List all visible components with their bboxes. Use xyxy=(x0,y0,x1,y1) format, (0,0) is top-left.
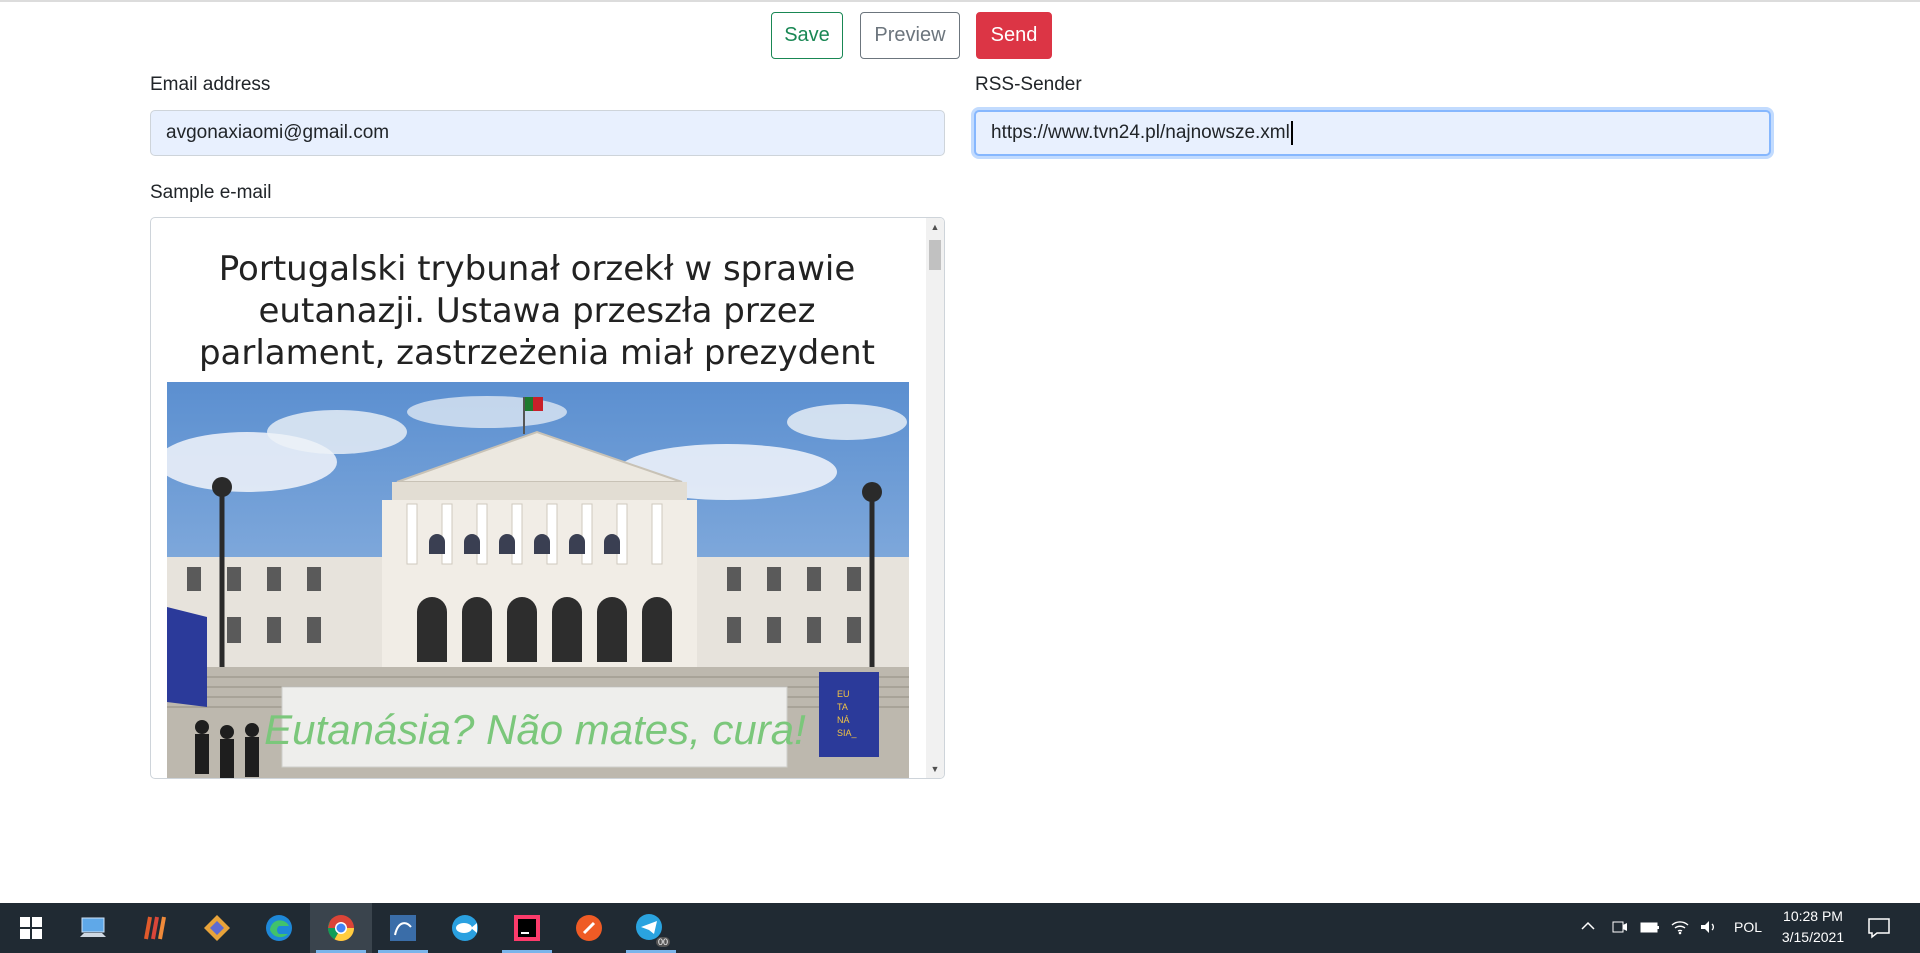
top-divider xyxy=(0,0,1920,2)
winrar-icon[interactable] xyxy=(124,903,186,953)
banner-text: Eutanásia? Não mates, cura! xyxy=(264,706,806,753)
scroll-up-arrow-icon[interactable]: ▲ xyxy=(926,218,944,236)
input-language-indicator[interactable]: POL xyxy=(1734,919,1762,935)
windows-taskbar: 00 POL 10:28 PM 3/15/2021 xyxy=(0,903,1920,953)
telegram-icon[interactable]: 00 xyxy=(620,903,682,953)
svg-text:EU: EU xyxy=(837,689,850,699)
chrome-browser-icon[interactable] xyxy=(310,903,372,953)
scroll-down-arrow-icon[interactable]: ▼ xyxy=(926,760,944,778)
text-caret xyxy=(1290,121,1293,145)
sample-email-preview[interactable]: Portugalski trybunał orzekł w sprawie eu… xyxy=(150,217,945,779)
telegram-unread-badge: 00 xyxy=(655,937,670,947)
taskbar-clock-time[interactable]: 10:28 PM xyxy=(1782,908,1844,924)
scroll-thumb[interactable] xyxy=(929,240,941,270)
svg-text:SIA_: SIA_ xyxy=(837,728,858,738)
pc-app-icon[interactable] xyxy=(62,903,124,953)
taskbar-clock-date[interactable]: 3/15/2021 xyxy=(1776,929,1850,945)
rss-label: RSS-Sender xyxy=(975,74,1082,95)
intellij-idea-icon[interactable] xyxy=(496,903,558,953)
rss-url-field[interactable]: https://www.tvn24.pl/najnowsze.xml xyxy=(974,110,1771,156)
save-button[interactable]: Save xyxy=(771,12,843,59)
preview-scrollbar[interactable]: ▲ ▼ xyxy=(926,218,944,778)
sample-email-label: Sample e-mail xyxy=(150,182,272,203)
preview-button[interactable]: Preview xyxy=(860,12,960,59)
rss-url-value: https://www.tvn24.pl/najnowsze.xml xyxy=(991,122,1290,143)
svg-text:NÁ: NÁ xyxy=(837,715,850,725)
volume-icon[interactable] xyxy=(1699,918,1719,941)
git-tool-icon[interactable] xyxy=(186,903,248,953)
mysql-workbench-icon[interactable] xyxy=(372,903,434,953)
windows-start-icon[interactable] xyxy=(0,903,62,953)
fish-app-icon[interactable] xyxy=(434,903,496,953)
postman-icon[interactable] xyxy=(558,903,620,953)
email-label: Email address xyxy=(150,74,271,95)
battery-icon[interactable] xyxy=(1640,918,1660,941)
email-value: avgonaxiaomi@gmail.com xyxy=(166,122,390,143)
meet-now-icon[interactable] xyxy=(1611,918,1629,941)
wifi-icon[interactable] xyxy=(1670,918,1690,941)
edge-browser-icon[interactable] xyxy=(248,903,310,953)
svg-text:TA: TA xyxy=(837,702,848,712)
send-button[interactable]: Send xyxy=(976,12,1052,59)
article-image: EU TA NÁ SIA_ Eutanásia? Não mates, cura… xyxy=(167,382,909,778)
notification-center-icon[interactable] xyxy=(1867,917,1891,944)
chevron-up-icon[interactable] xyxy=(1580,918,1596,937)
email-field[interactable]: avgonaxiaomi@gmail.com xyxy=(150,110,945,156)
article-title: Portugalski trybunał orzekł w sprawie eu… xyxy=(198,249,876,373)
